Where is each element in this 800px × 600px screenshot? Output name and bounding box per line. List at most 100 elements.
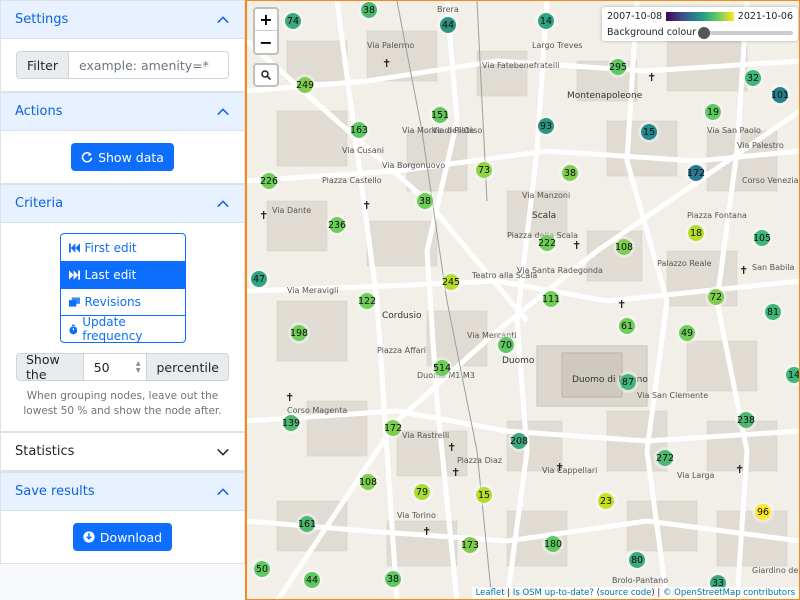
cluster-marker[interactable]: 79	[411, 481, 433, 503]
cluster-marker[interactable]: 70	[495, 334, 517, 356]
cluster-marker[interactable]: 173	[459, 534, 481, 556]
church-icon: ✝	[555, 461, 565, 474]
actions-header[interactable]: Actions	[1, 93, 244, 131]
cluster-marker[interactable]: 238	[735, 409, 757, 431]
cluster-marker[interactable]: 180	[542, 533, 564, 555]
cluster-marker[interactable]: 38	[559, 162, 581, 184]
save-header[interactable]: Save results	[1, 473, 244, 511]
legend-background-row: Background colour	[607, 26, 793, 39]
filter-input[interactable]	[68, 51, 229, 79]
cluster-marker[interactable]: 163	[348, 119, 370, 141]
spinner-icon[interactable]: ▲ ▼	[136, 360, 141, 374]
percentile-group: Show the 50 ▲ ▼ percentile	[16, 352, 229, 382]
street-label: Via Dante	[272, 206, 312, 215]
option-revisions[interactable]: Revisions	[60, 288, 185, 315]
cluster-marker[interactable]: 295	[607, 56, 629, 78]
cluster-marker[interactable]: 73	[473, 159, 495, 181]
osm-contributors-link[interactable]: © OpenStreetMap contributors	[663, 588, 795, 598]
criteria-panel: Criteria First edit Last edit Revisions	[0, 184, 245, 432]
option-update-frequency[interactable]: Update frequency	[60, 315, 185, 342]
street-label: Via Santa Radegonda	[517, 266, 603, 275]
cluster-marker[interactable]: 38	[382, 568, 404, 590]
church-icon: ✝	[572, 239, 582, 252]
percentile-input[interactable]: 50 ▲ ▼	[83, 353, 148, 381]
copy-icon	[68, 297, 80, 307]
cluster-marker[interactable]: 38	[358, 1, 380, 21]
cluster-marker[interactable]: 96	[752, 501, 774, 523]
cluster-marker[interactable]: 514	[431, 357, 453, 379]
cluster-marker[interactable]: 226	[258, 170, 280, 192]
settings-header[interactable]: Settings	[1, 1, 244, 39]
map-search-button[interactable]	[253, 63, 279, 87]
cluster-marker[interactable]: 108	[613, 236, 635, 258]
cluster-marker[interactable]: 198	[288, 322, 310, 344]
cluster-marker[interactable]: 23	[595, 490, 617, 512]
percentile-suffix: percentile	[147, 353, 229, 381]
filter-group: Filter	[16, 51, 229, 79]
cluster-marker[interactable]: 222	[536, 232, 558, 254]
cluster-marker[interactable]: 44	[301, 569, 323, 591]
church-icon: ✝	[447, 441, 457, 454]
osm-uptodate-link[interactable]: Is OSM up-to-date?	[513, 588, 594, 598]
actions-title: Actions	[15, 104, 63, 119]
background-colour-label: Background colour	[607, 27, 697, 38]
cluster-marker[interactable]: 151	[429, 104, 451, 126]
cluster-marker[interactable]: 47	[248, 268, 270, 290]
stopwatch-icon	[68, 324, 77, 334]
cluster-marker[interactable]: 249	[294, 74, 316, 96]
cluster-marker[interactable]: 81	[762, 301, 784, 323]
cluster-marker[interactable]: 161	[296, 513, 318, 535]
cluster-marker[interactable]: 122	[356, 290, 378, 312]
cluster-marker[interactable]: 80	[626, 549, 648, 571]
map-view[interactable]: Brera Via Palermo Via Fatebenefratelli Larg…	[245, 0, 800, 600]
download-button[interactable]: Download	[72, 523, 173, 551]
cluster-marker[interactable]: 105	[751, 227, 773, 249]
actions-body: Show data	[1, 131, 244, 183]
cluster-marker[interactable]: 14	[783, 364, 799, 386]
street-label: Duomo	[502, 356, 535, 366]
cluster-marker[interactable]: 172	[382, 417, 404, 439]
street-label: Via Palermo	[367, 41, 415, 50]
percentile-value: 50	[93, 359, 110, 375]
cluster-marker[interactable]: 38	[414, 190, 436, 212]
cluster-marker[interactable]: 236	[326, 214, 348, 236]
cluster-marker[interactable]: 72	[705, 286, 727, 308]
cluster-marker[interactable]: 87	[617, 371, 639, 393]
zoom-out-button[interactable]: −	[255, 31, 277, 53]
zoom-in-button[interactable]: +	[255, 9, 277, 31]
street-label: Via Cusani	[342, 146, 384, 155]
cluster-marker[interactable]: 108	[357, 471, 379, 493]
cluster-marker[interactable]: 74	[282, 10, 304, 32]
cluster-marker[interactable]: 111	[540, 288, 562, 310]
zoom-control: + −	[253, 7, 279, 55]
slider-handle[interactable]	[698, 26, 711, 39]
source-code-link[interactable]: source code	[600, 588, 651, 598]
street-label: Piazza Castello	[322, 176, 382, 185]
cluster-marker[interactable]: 32	[742, 67, 764, 89]
leaflet-link[interactable]: Leaflet	[476, 588, 505, 598]
cluster-marker[interactable]: 245	[440, 271, 462, 293]
cluster-marker[interactable]: 19	[702, 101, 724, 123]
cluster-marker[interactable]: 44	[437, 14, 459, 36]
cluster-marker[interactable]: 15	[638, 121, 660, 143]
option-first-edit[interactable]: First edit	[61, 234, 185, 261]
criteria-header[interactable]: Criteria	[1, 185, 244, 223]
cluster-marker[interactable]: 172	[685, 162, 707, 184]
background-colour-slider[interactable]	[698, 26, 793, 39]
sidebar: Settings Filter Actions Show data Criter…	[0, 0, 245, 600]
cluster-marker[interactable]: 101	[769, 84, 791, 106]
option-last-edit[interactable]: Last edit	[60, 261, 185, 288]
cluster-marker[interactable]: 272	[654, 447, 676, 469]
cluster-marker[interactable]: 61	[616, 315, 638, 337]
cluster-marker[interactable]: 18	[685, 222, 707, 244]
statistics-header[interactable]: Statistics	[1, 433, 244, 471]
legend: 2007-10-08 2021-10-06 Background colour	[602, 7, 798, 41]
cluster-marker[interactable]: 14	[535, 10, 557, 32]
cluster-marker[interactable]: 139	[280, 412, 302, 434]
cluster-marker[interactable]: 93	[535, 115, 557, 137]
cluster-marker[interactable]: 49	[676, 322, 698, 344]
cluster-marker[interactable]: 50	[251, 558, 273, 580]
cluster-marker[interactable]: 208	[508, 430, 530, 452]
show-data-button[interactable]: Show data	[71, 143, 174, 171]
cluster-marker[interactable]: 15	[473, 484, 495, 506]
